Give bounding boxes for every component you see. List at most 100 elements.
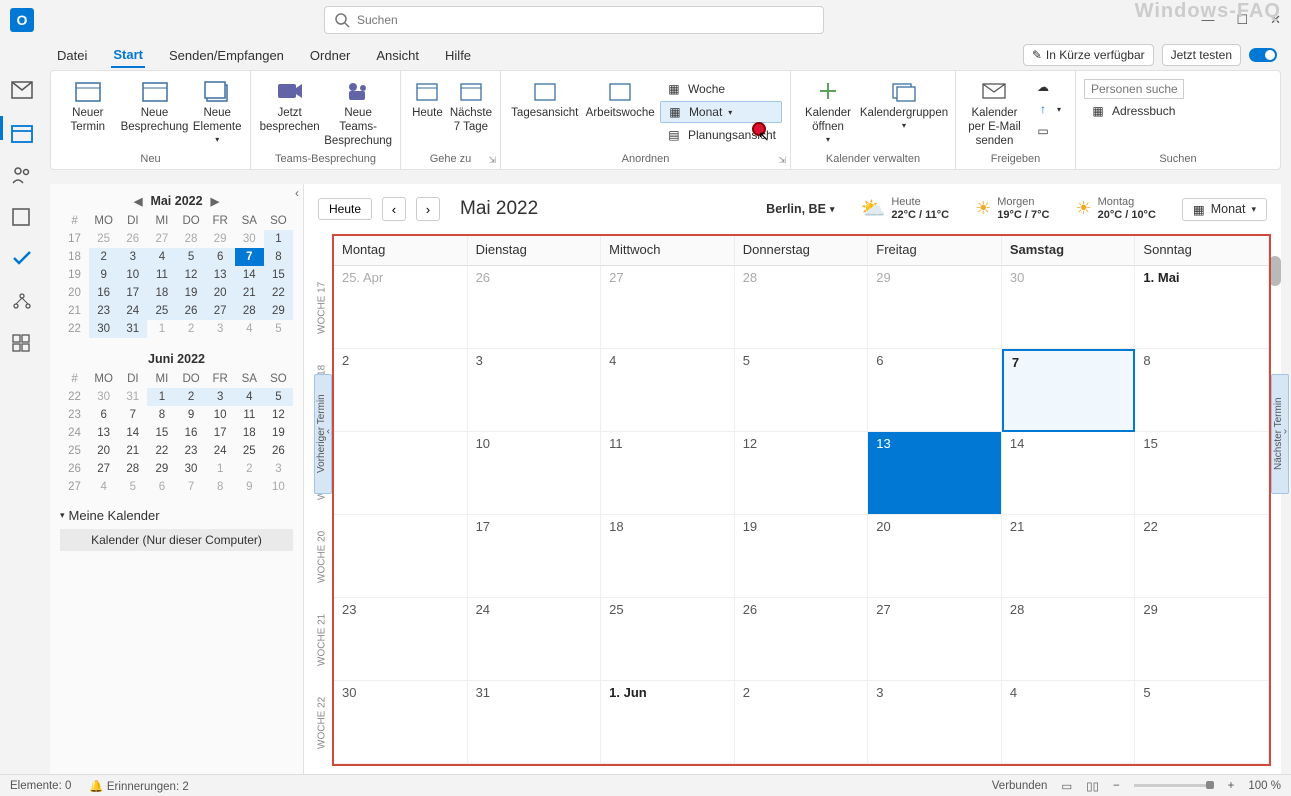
prev-month-icon[interactable]: ◀: [134, 195, 142, 208]
address-book-button[interactable]: ▦Adressbuch: [1084, 101, 1184, 121]
collapse-panel-icon[interactable]: ‹: [295, 186, 299, 200]
mail-nav-icon[interactable]: [12, 82, 32, 102]
try-now-toggle[interactable]: [1249, 48, 1277, 62]
try-now-button[interactable]: Jetzt testen: [1162, 44, 1241, 66]
zoom-out-button[interactable]: −: [1113, 780, 1120, 792]
day-cell[interactable]: 1. Jun: [601, 681, 735, 764]
share-online-button[interactable]: ☁: [1029, 77, 1067, 97]
search-input[interactable]: Suchen: [324, 6, 824, 34]
view-reading-icon[interactable]: ▯▯: [1086, 779, 1099, 793]
day-cell[interactable]: 2: [334, 349, 468, 432]
day-cell[interactable]: 15: [1135, 432, 1269, 515]
day-cell[interactable]: 22: [1135, 515, 1269, 598]
day-cell[interactable]: 11: [601, 432, 735, 515]
dialog-launcher-icon[interactable]: ⇲: [488, 155, 496, 166]
day-cell[interactable]: 17: [468, 515, 602, 598]
status-reminders[interactable]: 🔔 Erinnerungen: 2: [89, 779, 188, 793]
month-view-button[interactable]: ▦Monat ▾: [660, 101, 782, 123]
prev-appointment-button[interactable]: Vorheriger Termin‹: [314, 374, 332, 494]
tab-ordner[interactable]: Ordner: [308, 44, 352, 67]
view-dropdown[interactable]: ▦Monat▾: [1182, 198, 1267, 221]
day-cell[interactable]: 21: [1002, 515, 1136, 598]
next-7-days-button[interactable]: Nächste 7 Tage: [450, 77, 492, 135]
search-people-input[interactable]: [1084, 79, 1184, 99]
day-cell[interactable]: 29: [1135, 598, 1269, 681]
day-cell[interactable]: 29: [868, 266, 1002, 349]
day-cell[interactable]: 12: [735, 432, 869, 515]
zoom-slider[interactable]: [1134, 784, 1214, 787]
day-cell[interactable]: 27: [601, 266, 735, 349]
new-meeting-button[interactable]: Neue Besprechung: [121, 77, 189, 135]
new-teams-meeting-button[interactable]: Neue Teams- Besprechung: [324, 77, 392, 148]
day-cell[interactable]: 2: [735, 681, 869, 764]
tab-senden[interactable]: Senden/Empfangen: [167, 44, 286, 67]
weather-today[interactable]: ⛅Heute22°C / 11°C: [860, 196, 949, 222]
calendar-nav-icon[interactable]: [12, 124, 32, 144]
next-appointment-button[interactable]: Nächster Termin›: [1271, 374, 1289, 494]
day-cell[interactable]: 18: [601, 515, 735, 598]
my-calendars-header[interactable]: ▾Meine Kalender: [60, 508, 293, 523]
calendar-list-item[interactable]: Kalender (Nur dieser Computer): [60, 529, 293, 551]
permissions-button[interactable]: ▭: [1029, 121, 1067, 141]
new-appointment-button[interactable]: Neuer Termin: [59, 77, 117, 135]
publish-button[interactable]: ↑▾: [1029, 99, 1067, 119]
day-cell[interactable]: 13: [868, 432, 1002, 515]
people-nav-icon[interactable]: [12, 166, 32, 186]
month-grid[interactable]: MontagDienstagMittwochDonnerstagFreitagS…: [334, 236, 1269, 764]
day-cell[interactable]: 4: [1002, 681, 1136, 764]
day-cell[interactable]: 7: [1002, 349, 1136, 432]
day-cell[interactable]: 19: [735, 515, 869, 598]
weather-tomorrow[interactable]: ☀Morgen19°C / 7°C: [975, 196, 1049, 222]
apps-nav-icon[interactable]: [12, 334, 32, 354]
tasks-nav-icon[interactable]: [12, 208, 32, 228]
week-view-button[interactable]: ▦Woche: [660, 79, 782, 99]
tab-datei[interactable]: Datei: [55, 44, 89, 67]
next-month-icon[interactable]: ▶: [211, 195, 219, 208]
day-cell[interactable]: 30: [1002, 266, 1136, 349]
day-view-button[interactable]: Tagesansicht: [509, 77, 580, 121]
day-cell[interactable]: 26: [468, 266, 602, 349]
tab-start[interactable]: Start: [111, 43, 145, 68]
today-button[interactable]: Heute: [409, 77, 446, 121]
day-cell[interactable]: 5: [1135, 681, 1269, 764]
dialog-launcher-icon[interactable]: ⇲: [778, 155, 786, 166]
day-cell[interactable]: 3: [468, 349, 602, 432]
day-cell[interactable]: 25: [601, 598, 735, 681]
day-cell[interactable]: 4: [601, 349, 735, 432]
day-cell[interactable]: 5: [735, 349, 869, 432]
day-cell[interactable]: 20: [868, 515, 1002, 598]
weather-location[interactable]: Berlin, BE ▾: [766, 202, 834, 216]
day-cell[interactable]: 30: [334, 681, 468, 764]
tab-ansicht[interactable]: Ansicht: [374, 44, 421, 67]
day-cell[interactable]: 6: [868, 349, 1002, 432]
day-cell[interactable]: 25. Apr: [334, 266, 468, 349]
tab-hilfe[interactable]: Hilfe: [443, 44, 473, 67]
today-nav-button[interactable]: Heute: [318, 198, 372, 220]
work-week-button[interactable]: Arbeitswoche: [584, 77, 655, 121]
prev-period-button[interactable]: ‹: [382, 197, 406, 221]
meet-now-button[interactable]: Jetzt besprechen: [259, 77, 320, 135]
calendar-groups-button[interactable]: Kalendergruppen ▾: [861, 77, 947, 130]
day-cell[interactable]: [334, 432, 468, 515]
mini-calendar-may[interactable]: ◀Mai 2022▶ #MODIMIDOFRSASO17252627282930…: [50, 184, 303, 342]
day-cell[interactable]: 14: [1002, 432, 1136, 515]
day-cell[interactable]: 1. Mai: [1135, 266, 1269, 349]
open-calendar-button[interactable]: Kalender öffnen ▾: [799, 77, 857, 144]
new-items-button[interactable]: Neue Elemente ▾: [192, 77, 242, 144]
day-cell[interactable]: 3: [868, 681, 1002, 764]
view-normal-icon[interactable]: ▭: [1061, 779, 1072, 793]
mini-calendar-june[interactable]: Juni 2022 #MODIMIDOFRSASO223031123452367…: [50, 342, 303, 500]
day-cell[interactable]: 24: [468, 598, 602, 681]
day-cell[interactable]: [334, 515, 468, 598]
day-cell[interactable]: 28: [735, 266, 869, 349]
day-cell[interactable]: 8: [1135, 349, 1269, 432]
zoom-in-button[interactable]: +: [1228, 780, 1235, 792]
day-cell[interactable]: 26: [735, 598, 869, 681]
org-nav-icon[interactable]: [12, 292, 32, 312]
day-cell[interactable]: 27: [868, 598, 1002, 681]
next-period-button[interactable]: ›: [416, 197, 440, 221]
todo-nav-icon[interactable]: [12, 250, 32, 270]
day-cell[interactable]: 10: [468, 432, 602, 515]
day-cell[interactable]: 31: [468, 681, 602, 764]
email-calendar-button[interactable]: Kalender per E-Mail senden: [964, 77, 1025, 148]
